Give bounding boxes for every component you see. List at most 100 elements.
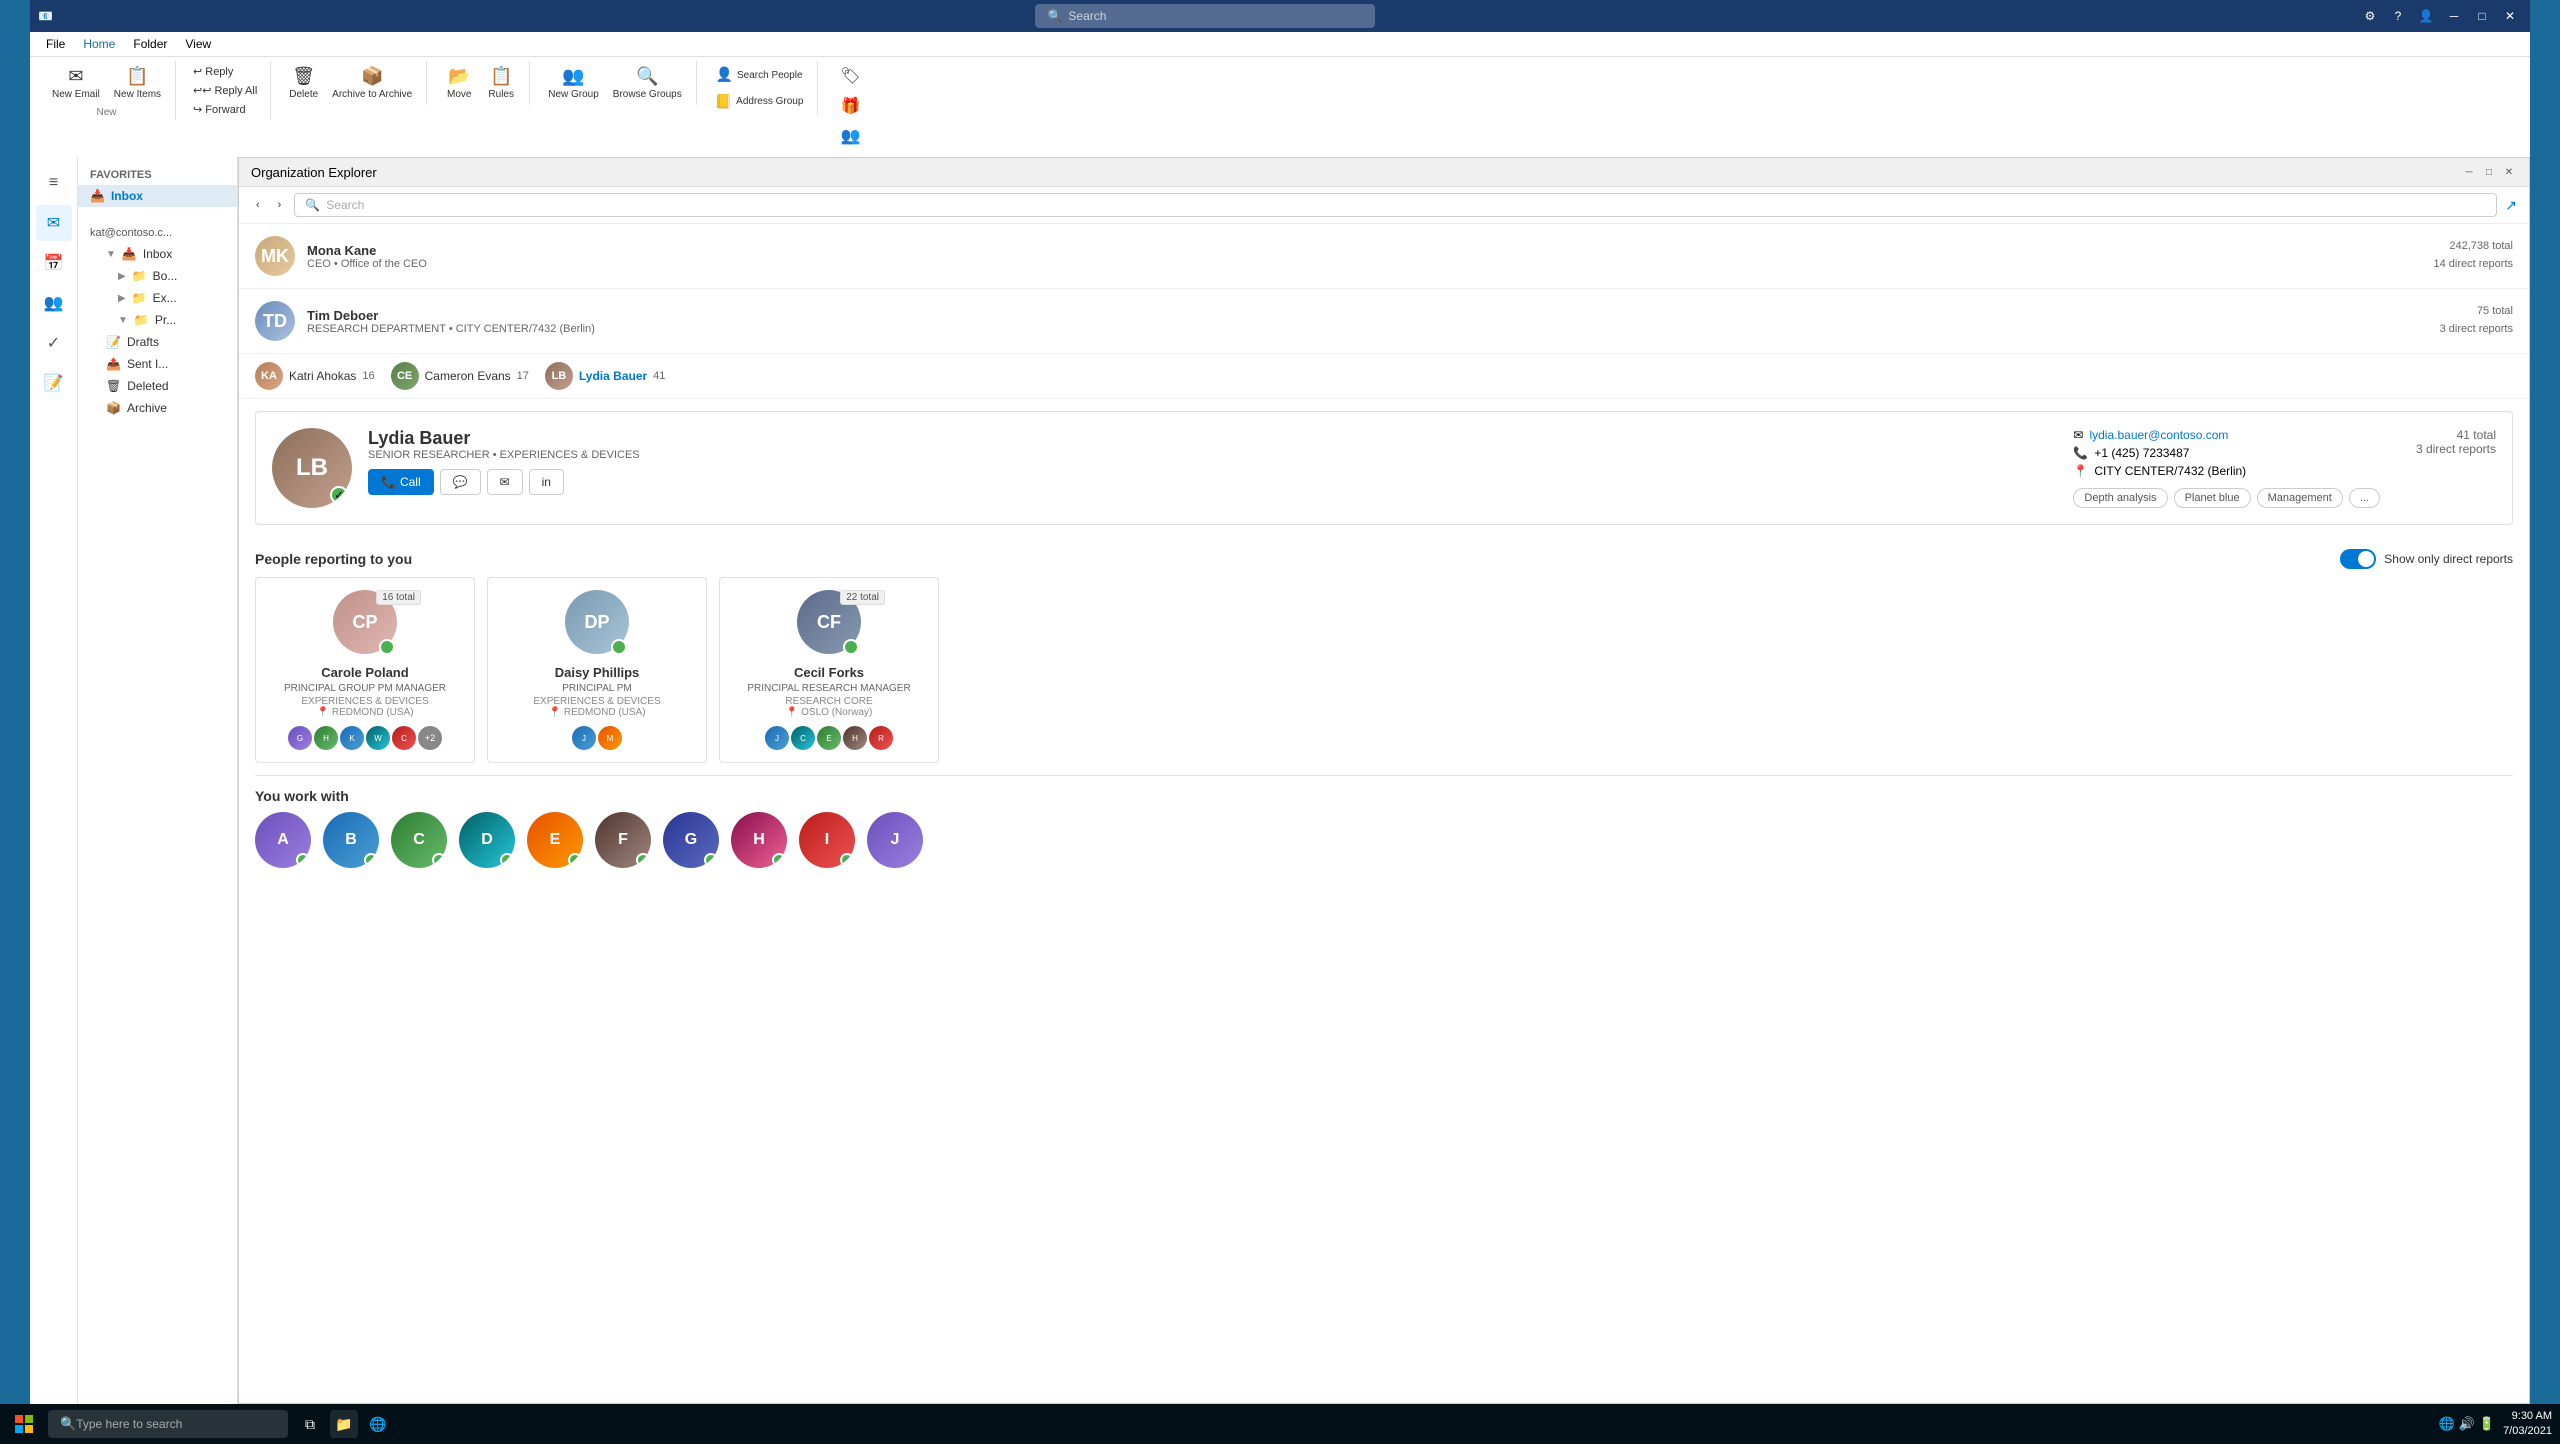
- work-person-6[interactable]: F: [595, 812, 651, 868]
- work-person-10[interactable]: J: [867, 812, 923, 868]
- tasks-nav-icon[interactable]: ✓: [36, 325, 72, 361]
- taskbar-search[interactable]: 🔍 Type here to search: [48, 1410, 288, 1438]
- menu-file[interactable]: File: [38, 34, 73, 54]
- profile-icon[interactable]: 👤: [2414, 4, 2438, 28]
- report-card-daisy[interactable]: DP Daisy Phillips PRINCIPAL PM EXPERIENC…: [487, 577, 707, 763]
- outlook-icon: 📧: [38, 9, 53, 23]
- breadcrumb-cameron[interactable]: CE Cameron Evans 17: [391, 362, 529, 390]
- direct-reports-toggle[interactable]: [2340, 549, 2376, 569]
- work-person-2[interactable]: B: [323, 812, 379, 868]
- vp-row[interactable]: TD Tim Deboer RESEARCH DEPARTMENT • CITY…: [239, 289, 2529, 354]
- search-people-button[interactable]: 👤 Search People: [710, 63, 809, 88]
- breadcrumb-katri[interactable]: KA Katri Ahokas 16: [255, 362, 375, 390]
- move-button[interactable]: 📂 Move: [439, 63, 479, 103]
- org-explorer-minimize[interactable]: ─: [2461, 164, 2477, 180]
- ceo-stats: 242,738 total 14 direct reports: [2434, 238, 2513, 273]
- main-layout: ≡ ✉ 📅 👥 ✓ 📝 Favorites 📥 Inbox kat@contos…: [30, 157, 2530, 1404]
- vp-avatar: TD: [255, 301, 295, 341]
- org-explorer-close[interactable]: ✕: [2501, 164, 2517, 180]
- call-button[interactable]: 📞 Call: [368, 469, 434, 495]
- org-search-icon: 🔍: [305, 198, 320, 212]
- address-group-button[interactable]: 📒 Address Group: [709, 90, 810, 113]
- vp-stats: 75 total 3 direct reports: [2440, 303, 2513, 338]
- carole-total: 16 total: [376, 590, 421, 605]
- cecil-mini-4: H: [843, 726, 867, 750]
- email-button[interactable]: ✉: [487, 469, 523, 495]
- search-text: Search: [1068, 9, 1106, 23]
- sidebar-archive[interactable]: 📦 Archive: [94, 397, 237, 419]
- work-person-8[interactable]: H: [731, 812, 787, 868]
- sidebar-folder-ex[interactable]: ▶ 📁 Ex...: [106, 287, 237, 309]
- org-explorer-restore[interactable]: □: [2481, 164, 2497, 180]
- tag-management[interactable]: Management: [2257, 488, 2343, 508]
- work-person-5[interactable]: E: [527, 812, 583, 868]
- maximize-button[interactable]: □: [2470, 4, 2494, 28]
- work-person-1[interactable]: A: [255, 812, 311, 868]
- browse-groups-button[interactable]: 🔍 Browse Groups: [607, 63, 688, 103]
- forward-button[interactable]: ↪Forward: [188, 101, 262, 118]
- sidebar-deleted[interactable]: 🗑 Deleted: [94, 375, 237, 397]
- task-view-button[interactable]: ⧉: [296, 1410, 324, 1438]
- close-button[interactable]: ✕: [2498, 4, 2522, 28]
- sidebar-inbox[interactable]: ▼ 📥 Inbox: [94, 243, 237, 265]
- org-search-box[interactable]: 🔍 Search: [294, 193, 2497, 217]
- sidebar-drafts[interactable]: 📝 Drafts: [94, 331, 237, 353]
- extra-btn-2[interactable]: 🎁: [830, 93, 870, 121]
- tag-depth[interactable]: Depth analysis: [2073, 488, 2167, 508]
- work-person-3[interactable]: C: [391, 812, 447, 868]
- menu-folder[interactable]: Folder: [125, 34, 175, 54]
- sidebar-item-inbox-fav[interactable]: 📥 Inbox: [78, 185, 237, 207]
- chat-button[interactable]: 💬: [440, 469, 481, 495]
- work-person-4[interactable]: D: [459, 812, 515, 868]
- delete-button[interactable]: 🗑 Delete: [283, 63, 324, 103]
- reply-all-button[interactable]: ↩↩Reply All: [188, 82, 262, 99]
- sidebar-account[interactable]: kat@contoso.c...: [78, 223, 237, 243]
- linkedin-button[interactable]: in: [529, 469, 564, 495]
- archive-button[interactable]: 📦 Archive to Archive: [326, 63, 418, 103]
- person-email[interactable]: lydia.bauer@contoso.com: [2089, 428, 2228, 442]
- mail-nav-icon[interactable]: ✉: [36, 205, 72, 241]
- settings-icon[interactable]: ⚙: [2358, 4, 2382, 28]
- menu-view[interactable]: View: [177, 34, 219, 54]
- work-status-3: [432, 853, 446, 867]
- work-person-7[interactable]: G: [663, 812, 719, 868]
- calendar-nav-icon[interactable]: 📅: [36, 245, 72, 281]
- search-bar[interactable]: 🔍 Search: [1035, 4, 1375, 28]
- notes-nav-icon[interactable]: 📝: [36, 365, 72, 401]
- person-phone: +1 (425) 7233487: [2094, 446, 2189, 460]
- rules-button[interactable]: 📋 Rules: [481, 63, 521, 103]
- edge-browser-button[interactable]: 🌐: [364, 1410, 392, 1438]
- sidebar-folder-bo[interactable]: ▶ 📁 Bo...: [106, 265, 237, 287]
- title-bar: 📧 🔍 Search ⚙ ? 👤 ─ □ ✕: [30, 0, 2530, 32]
- breadcrumb-lydia[interactable]: LB Lydia Bauer 41: [545, 362, 666, 390]
- new-email-button[interactable]: ✉ New Email: [46, 63, 106, 103]
- hamburger-icon[interactable]: ≡: [36, 165, 72, 201]
- new-group-button[interactable]: 👥 New Group: [542, 63, 605, 103]
- tag-planet[interactable]: Planet blue: [2174, 488, 2251, 508]
- file-explorer-button[interactable]: 📁: [330, 1410, 358, 1438]
- report-cards: CP 16 total Carole Poland PRINCIPAL GROU…: [239, 577, 2529, 775]
- minimize-button[interactable]: ─: [2442, 4, 2466, 28]
- org-back-button[interactable]: ‹: [251, 197, 265, 213]
- work-person-9[interactable]: I: [799, 812, 855, 868]
- expand-link-icon[interactable]: ↗: [2505, 197, 2517, 214]
- menu-home[interactable]: Home: [75, 34, 123, 54]
- cecil-status: [843, 639, 859, 655]
- reply-button[interactable]: ↩Reply: [188, 63, 262, 80]
- help-icon[interactable]: ?: [2386, 4, 2410, 28]
- report-card-cecil[interactable]: CF 22 total Cecil Forks PRINCIPAL RESEAR…: [719, 577, 939, 763]
- report-card-carole[interactable]: CP 16 total Carole Poland PRINCIPAL GROU…: [255, 577, 475, 763]
- ceo-title: CEO • Office of the CEO: [307, 258, 2422, 270]
- sidebar-folder-pr[interactable]: ▼ 📁 Pr...: [106, 309, 237, 331]
- new-items-button[interactable]: 📋 New Items: [108, 63, 167, 103]
- tag-more[interactable]: ...: [2349, 488, 2380, 508]
- sidebar-sent[interactable]: 📤 Sent I...: [94, 353, 237, 375]
- people-nav-icon[interactable]: 👥: [36, 285, 72, 321]
- ceo-row[interactable]: MK Mona Kane CEO • Office of the CEO 242: [239, 224, 2529, 289]
- org-forward-button[interactable]: ›: [273, 197, 287, 213]
- extra-btn-1[interactable]: 🏷: [830, 63, 870, 91]
- work-avatar-2: B: [323, 812, 379, 868]
- start-button[interactable]: [8, 1408, 40, 1440]
- daisy-team-avatars: J M: [500, 726, 694, 750]
- extra-btn-3[interactable]: 👥: [830, 123, 870, 151]
